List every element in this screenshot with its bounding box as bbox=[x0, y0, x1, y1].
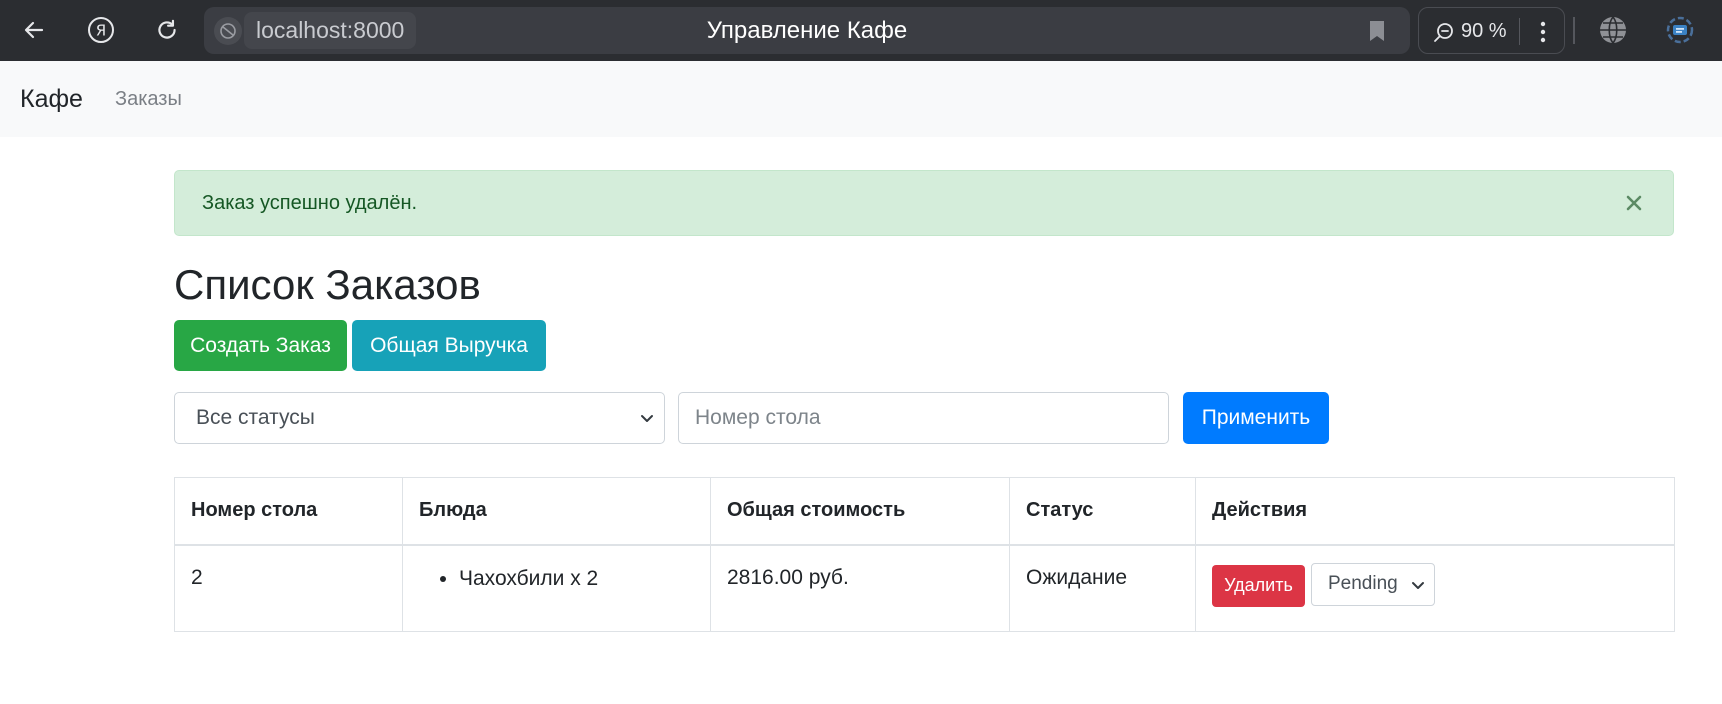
url-text[interactable]: localhost:8000 bbox=[244, 12, 417, 49]
reload-button[interactable] bbox=[147, 10, 187, 50]
zoom-level: 90 % bbox=[1461, 20, 1507, 42]
site-info-icon[interactable] bbox=[214, 17, 242, 45]
header-total: Общая стоимость bbox=[710, 477, 1010, 546]
zoom-control[interactable]: 90 % bbox=[1418, 7, 1565, 54]
extension-icon bbox=[1666, 16, 1694, 44]
orders-table: Номер стола Блюда Общая стоимость Статус… bbox=[174, 477, 1675, 632]
order-status-value: Pending bbox=[1328, 573, 1398, 594]
status-filter-select[interactable]: Все статусы bbox=[174, 392, 665, 444]
status-filter-value: Все статусы bbox=[196, 406, 315, 429]
header-actions: Действия bbox=[1195, 477, 1675, 546]
header-dishes: Блюда bbox=[402, 477, 711, 546]
toolbar-divider bbox=[1573, 17, 1575, 44]
cell-status: Ожидание bbox=[1009, 544, 1196, 632]
create-order-button[interactable]: Создать Заказ bbox=[174, 320, 347, 371]
table-row: 2 Чахохбили x 2 2816.00 руб. Ожидание Уд… bbox=[174, 544, 1675, 632]
svg-text:Я: Я bbox=[96, 22, 106, 40]
browser-toolbar: Я localhost:8000 Управление Кафе 90 % bbox=[0, 0, 1722, 61]
app-navbar: Кафе Заказы bbox=[0, 61, 1722, 137]
table-number-input[interactable] bbox=[678, 392, 1169, 444]
cell-table-number: 2 bbox=[174, 544, 403, 632]
more-menu-icon[interactable] bbox=[1529, 18, 1557, 45]
cell-dishes: Чахохбили x 2 bbox=[402, 544, 711, 632]
address-bar[interactable]: localhost:8000 Управление Кафе bbox=[204, 7, 1410, 54]
table-header-row: Номер стола Блюда Общая стоимость Статус… bbox=[174, 477, 1675, 546]
zoom-divider bbox=[1519, 18, 1520, 45]
delete-order-button[interactable]: Удалить bbox=[1212, 564, 1305, 607]
alert-message: Заказ успешно удалён. bbox=[202, 191, 418, 214]
alert-close-button[interactable] bbox=[1621, 190, 1647, 216]
back-arrow-icon bbox=[24, 21, 44, 39]
success-alert: Заказ успешно удалён. bbox=[174, 170, 1674, 236]
cell-total: 2816.00 руб. bbox=[710, 544, 1010, 632]
chevron-down-icon bbox=[1412, 581, 1424, 589]
zoom-out-icon[interactable] bbox=[1433, 21, 1455, 48]
total-revenue-button[interactable]: Общая Выручка bbox=[352, 320, 546, 371]
translate-extension-button[interactable] bbox=[1597, 14, 1629, 46]
chevron-down-icon bbox=[641, 415, 653, 422]
yandex-logo-icon: Я bbox=[88, 17, 114, 43]
nav-link-orders[interactable]: Заказы bbox=[115, 61, 182, 137]
dishes-list: Чахохбили x 2 bbox=[459, 566, 694, 592]
apply-filter-button[interactable]: Применить bbox=[1183, 392, 1329, 444]
reload-icon bbox=[158, 19, 176, 39]
close-icon bbox=[1626, 195, 1642, 211]
page-title: Список Заказов bbox=[174, 261, 481, 308]
header-table-number: Номер стола bbox=[174, 477, 403, 546]
cell-actions: Удалить Pending bbox=[1195, 544, 1675, 632]
globe-icon bbox=[1600, 16, 1626, 44]
row-actions: Удалить Pending bbox=[1212, 561, 1658, 607]
extension-button[interactable] bbox=[1664, 14, 1696, 46]
order-status-select[interactable]: Pending bbox=[1311, 562, 1435, 606]
navbar-brand[interactable]: Кафе bbox=[20, 61, 83, 137]
bookmark-icon[interactable] bbox=[1364, 18, 1390, 44]
yandex-home-button[interactable]: Я bbox=[81, 10, 121, 50]
header-status: Статус bbox=[1009, 477, 1196, 546]
back-button[interactable] bbox=[14, 10, 54, 50]
dish-item: Чахохбили x 2 bbox=[459, 566, 694, 592]
